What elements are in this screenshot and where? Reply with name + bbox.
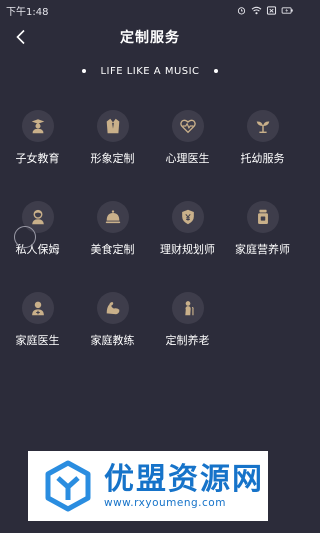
sim-card-icon: [266, 5, 277, 15]
status-icons: [236, 5, 294, 15]
nav-bar: 定制服务: [0, 20, 300, 54]
service-label: 子女教育: [15, 152, 60, 165]
wifi-icon: [251, 6, 262, 14]
watermark-url: www.rxyoumeng.com: [104, 497, 226, 509]
food-cloche-icon: [105, 210, 120, 224]
service-label: 心理医生: [165, 152, 210, 165]
service-item-children-education[interactable]: 子女教育: [0, 110, 75, 166]
touch-indicator: [14, 226, 36, 248]
service-icon-circle: [171, 292, 204, 324]
battery-icon: [281, 6, 293, 14]
watermark-title: 优盟资源网: [104, 462, 264, 497]
service-label: 理财规划师: [160, 243, 215, 256]
service-label: 家庭教练: [90, 334, 135, 347]
service-item-family-doctor[interactable]: 家庭医生: [0, 292, 75, 348]
service-label: 家庭医生: [15, 334, 60, 347]
chevron-left-icon: [16, 29, 25, 45]
heart-pulse-icon: [179, 119, 196, 134]
nanny-icon: [31, 209, 44, 225]
muscle-arm-icon: [106, 302, 119, 315]
sprout-icon: [256, 121, 269, 134]
service-item-financial-planner[interactable]: 理财规划师: [150, 201, 225, 257]
service-item-custom-elderly-care[interactable]: 定制养老: [150, 292, 225, 348]
watermark-banner: 优盟资源网 www.rxyoumeng.com: [28, 451, 268, 521]
service-icon-circle: [21, 110, 54, 142]
service-icon-circle: [171, 201, 204, 233]
service-item-private-nanny[interactable]: 私人保姆: [0, 201, 75, 257]
graduate-icon: [31, 119, 44, 134]
shield-coin-icon: [181, 209, 194, 225]
service-label: 定制养老: [165, 334, 210, 347]
bullet-dot: [82, 69, 87, 73]
slogan-row: LIFE LIKE A MUSIC: [0, 62, 300, 80]
service-item-nursery[interactable]: 托幼服务: [225, 110, 300, 166]
service-icon-circle: [21, 292, 54, 324]
doctor-icon: [31, 301, 44, 316]
service-icon-circle: [96, 201, 129, 233]
suit-icon: [106, 118, 119, 134]
service-label: 托幼服务: [240, 152, 285, 165]
service-icon-circle: [96, 292, 129, 324]
slogan-text: LIFE LIKE A MUSIC: [100, 65, 200, 77]
service-icon-circle: [246, 201, 279, 233]
service-item-nutritionist[interactable]: 家庭营养师: [225, 201, 300, 257]
service-icon-circle: [171, 110, 204, 142]
service-item-food-custom[interactable]: 美食定制: [75, 201, 150, 257]
back-button[interactable]: [8, 24, 34, 50]
status-bar: 下午1:48: [0, 0, 300, 20]
service-label: 美食定制: [90, 243, 135, 256]
service-item-psychologist[interactable]: 心理医生: [150, 110, 225, 166]
elder-icon: [184, 301, 194, 316]
service-icon-circle: [246, 110, 279, 142]
service-item-image-custom[interactable]: 形象定制: [75, 110, 150, 166]
status-time: 下午1:48: [6, 6, 49, 18]
service-label: 家庭营养师: [235, 243, 290, 256]
service-item-family-coach[interactable]: 家庭教练: [75, 292, 150, 348]
service-label: 形象定制: [90, 152, 135, 165]
page-title: 定制服务: [120, 30, 180, 46]
cube-logo-icon: [45, 460, 91, 512]
service-grid: 子女教育 形象定制 心理医生 托幼服务 私人保姆 美食定制 理财规划师 家庭营养…: [0, 110, 300, 348]
bullet-dot: [213, 69, 218, 73]
alarm-icon: [237, 6, 246, 14]
nutrition-jar-icon: [257, 209, 268, 225]
service-icon-circle: [96, 110, 129, 142]
